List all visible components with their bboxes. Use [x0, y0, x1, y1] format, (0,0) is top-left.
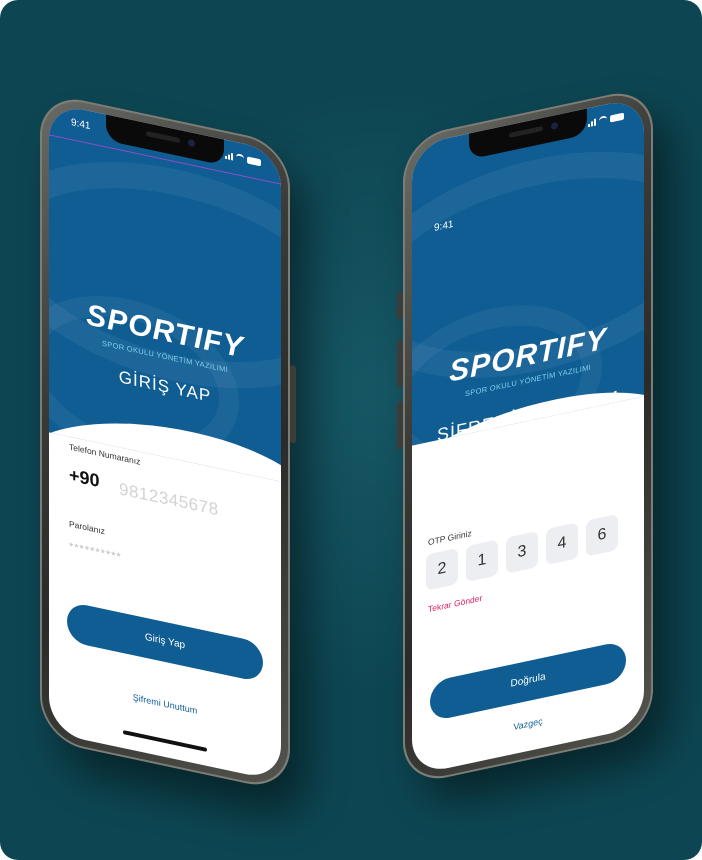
login-phone-frame: SPORTIFY SPOR OKULU YÖNETİM YAZILIMI GİR… — [40, 91, 296, 793]
volume-up-button — [397, 338, 403, 388]
otp-digit-5[interactable]: 6 — [586, 513, 618, 557]
resend-code-link[interactable]: Tekrar Gönder — [428, 593, 482, 615]
otp-screen: SPORTIFY SPOR OKULU YÖNETİM YAZILIMI ŞİF… — [412, 96, 644, 776]
phone-input[interactable]: 9812345678 — [119, 479, 219, 520]
wifi-icon — [236, 153, 244, 163]
otp-digit-4[interactable]: 4 — [546, 522, 578, 566]
otp-digit-2[interactable]: 1 — [466, 539, 498, 583]
otp-digit-3[interactable]: 3 — [506, 530, 538, 574]
otp-phone-frame: SPORTIFY SPOR OKULU YÖNETİM YAZILIMI ŞİF… — [397, 85, 653, 787]
speaker-grille — [146, 130, 180, 144]
signal-icon — [225, 152, 233, 161]
login-screen: SPORTIFY SPOR OKULU YÖNETİM YAZILIMI GİR… — [49, 102, 281, 782]
otp-digit-1[interactable]: 2 — [426, 547, 458, 591]
password-label: Parolanız — [69, 518, 105, 537]
speaker-grille — [509, 125, 543, 139]
otp-header: SPORTIFY SPOR OKULU YÖNETİM YAZILIMI ŞİF… — [412, 96, 644, 446]
home-indicator — [123, 730, 207, 752]
country-code[interactable]: +90 — [69, 465, 100, 492]
forgot-password-link[interactable]: Şifremi Unuttum — [49, 674, 281, 733]
mute-switch — [397, 290, 403, 320]
camera-icon — [551, 121, 558, 131]
power-button — [290, 364, 296, 444]
mockup-background: SPORTIFY SPOR OKULU YÖNETİM YAZILIMI GİR… — [0, 0, 702, 860]
otp-label: OTP Giriniz — [428, 527, 472, 548]
camera-icon — [188, 138, 195, 148]
otp-input-group: 2 1 3 4 6 — [426, 511, 630, 591]
login-button[interactable]: Giriş Yap — [67, 601, 263, 683]
wifi-icon — [599, 115, 607, 125]
password-input[interactable]: ********** — [69, 541, 122, 564]
volume-down-button — [397, 400, 403, 450]
